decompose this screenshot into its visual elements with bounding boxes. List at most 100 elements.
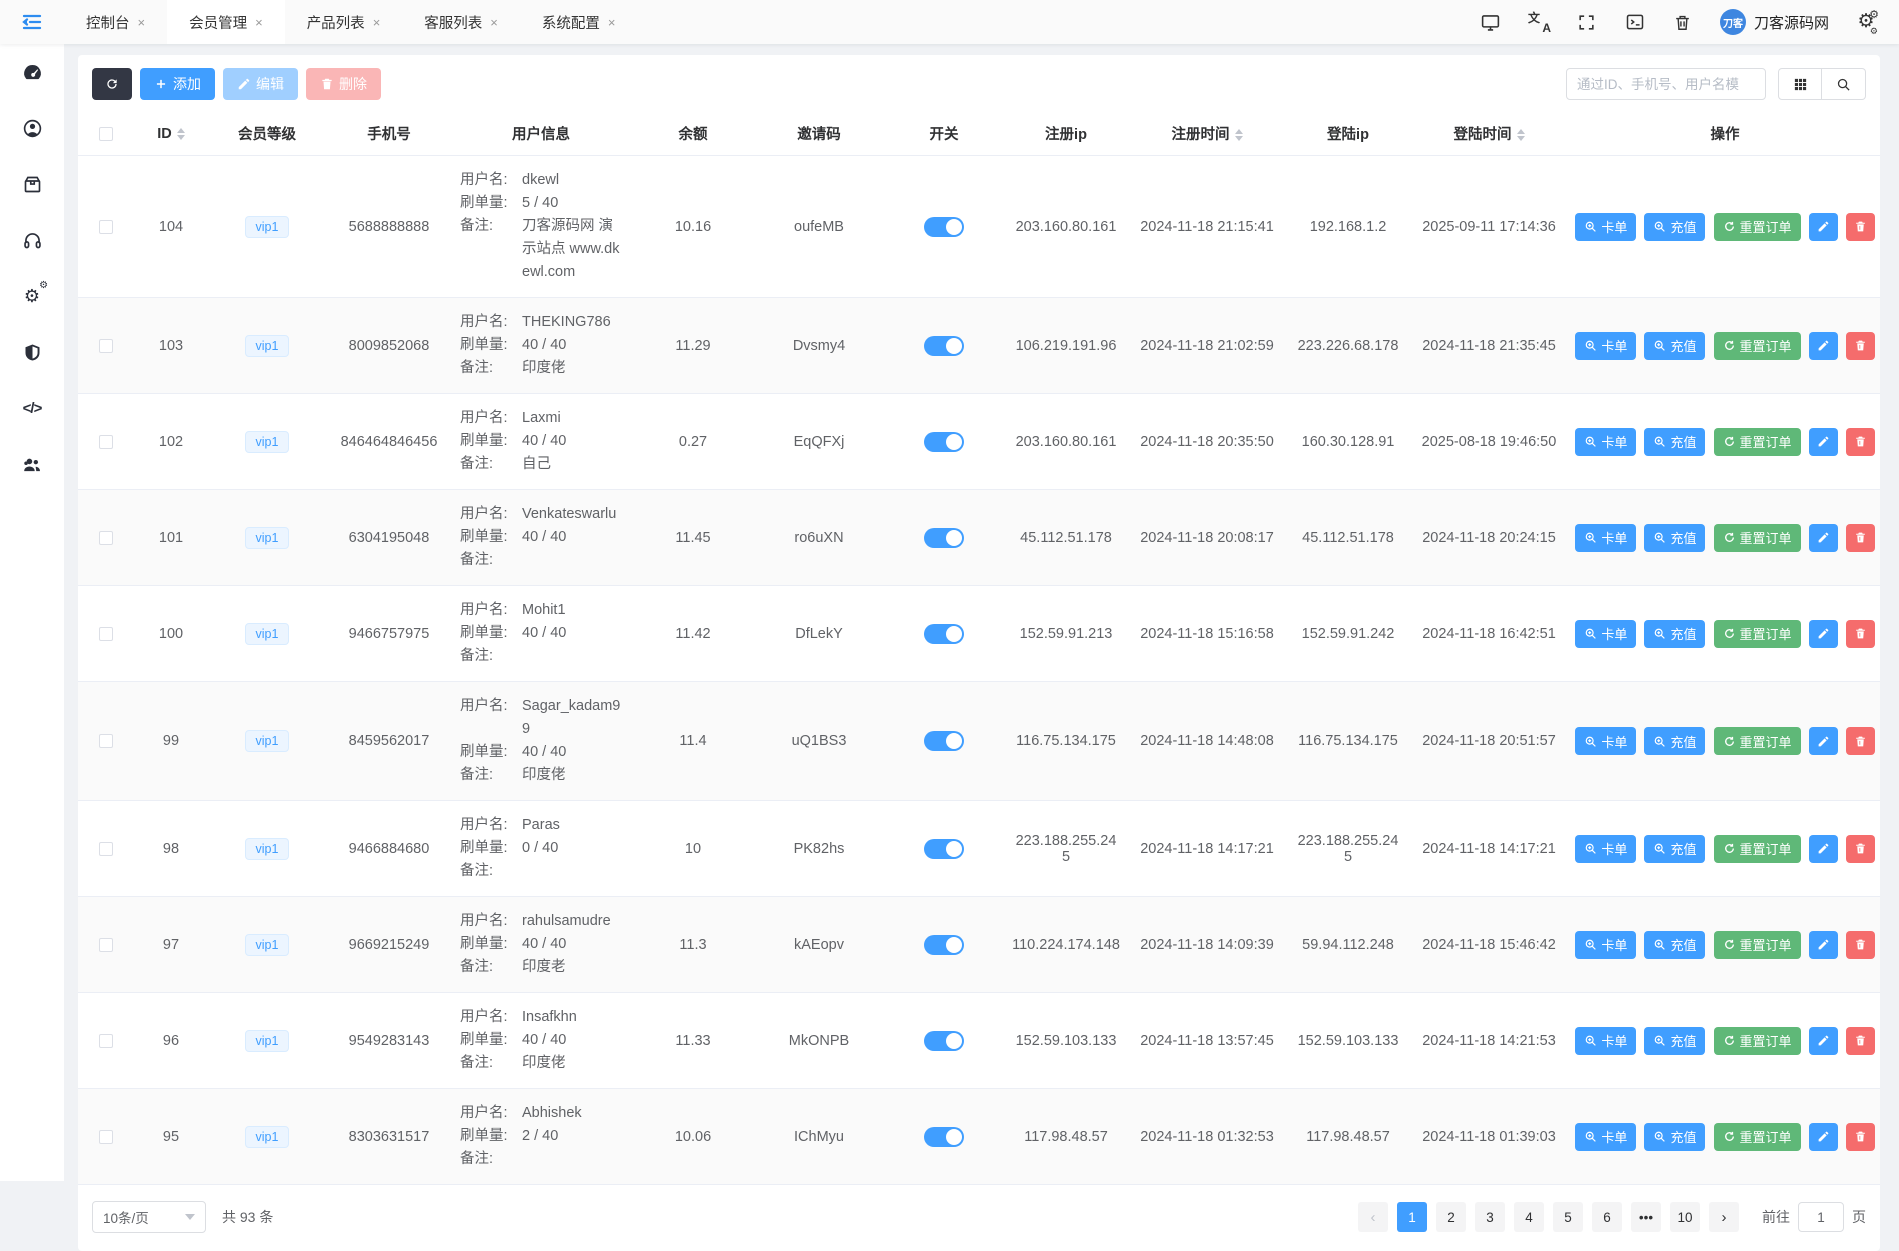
card-order-button[interactable]: 卡单 <box>1575 524 1636 552</box>
row-checkbox[interactable] <box>99 1130 113 1144</box>
header-reg-time[interactable]: 注册时间 <box>1126 112 1288 156</box>
delete-button[interactable] <box>1846 332 1875 360</box>
add-button[interactable]: 添加 <box>140 68 215 100</box>
monitor-icon[interactable] <box>1480 11 1502 33</box>
delete-button[interactable] <box>1846 620 1875 648</box>
recharge-button[interactable]: 充值 <box>1644 524 1705 552</box>
edit-button[interactable] <box>1809 524 1838 552</box>
translate-icon[interactable]: 文 A <box>1528 11 1550 33</box>
recharge-button[interactable]: 充值 <box>1644 931 1705 959</box>
close-icon[interactable]: × <box>138 15 146 30</box>
level-tag[interactable]: vip1 <box>245 527 290 549</box>
edit-button[interactable] <box>1809 332 1838 360</box>
columns-toggle-button[interactable] <box>1778 68 1822 100</box>
header-login-time[interactable]: 登陆时间 <box>1408 112 1570 156</box>
goto-page-input[interactable] <box>1798 1202 1844 1232</box>
delete-button[interactable] <box>1846 428 1875 456</box>
card-order-button[interactable]: 卡单 <box>1575 835 1636 863</box>
level-tag[interactable]: vip1 <box>245 623 290 645</box>
reset-order-button[interactable]: 重置订单 <box>1714 428 1801 456</box>
page-ellipsis-button[interactable]: ••• <box>1631 1202 1661 1232</box>
sort-icon[interactable] <box>1235 129 1243 141</box>
prev-page-button[interactable]: ‹ <box>1358 1202 1388 1232</box>
row-checkbox[interactable] <box>99 220 113 234</box>
status-toggle[interactable] <box>924 1127 964 1147</box>
recharge-button[interactable]: 充值 <box>1644 1123 1705 1151</box>
reset-order-button[interactable]: 重置订单 <box>1714 620 1801 648</box>
status-toggle[interactable] <box>924 528 964 548</box>
status-toggle[interactable] <box>924 217 964 237</box>
recharge-button[interactable]: 充值 <box>1644 835 1705 863</box>
row-checkbox[interactable] <box>99 734 113 748</box>
page-button-5[interactable]: 5 <box>1553 1202 1583 1232</box>
recharge-button[interactable]: 充值 <box>1644 332 1705 360</box>
card-order-button[interactable]: 卡单 <box>1575 620 1636 648</box>
edit-button[interactable] <box>1809 835 1838 863</box>
edit-button[interactable] <box>1809 1027 1838 1055</box>
row-checkbox[interactable] <box>99 531 113 545</box>
row-checkbox[interactable] <box>99 627 113 641</box>
tab-members[interactable]: 会员管理 × <box>167 0 285 44</box>
status-toggle[interactable] <box>924 624 964 644</box>
sidebar-item-products[interactable] <box>0 156 64 212</box>
sort-icon[interactable] <box>177 128 185 140</box>
delete-button[interactable] <box>1846 1123 1875 1151</box>
header-id[interactable]: ID <box>134 112 208 156</box>
row-checkbox[interactable] <box>99 842 113 856</box>
close-icon[interactable]: × <box>373 15 381 30</box>
page-button-4[interactable]: 4 <box>1514 1202 1544 1232</box>
edit-button[interactable] <box>1809 727 1838 755</box>
delete-button[interactable] <box>1846 213 1875 241</box>
delete-button[interactable] <box>1846 931 1875 959</box>
sidebar-item-support[interactable] <box>0 212 64 268</box>
sidebar-item-code[interactable]: </> <box>0 380 64 436</box>
reset-order-button[interactable]: 重置订单 <box>1714 332 1801 360</box>
edit-button[interactable] <box>1809 428 1838 456</box>
status-toggle[interactable] <box>924 336 964 356</box>
delete-button-toolbar[interactable]: 删除 <box>306 68 381 100</box>
page-size-select[interactable]: 10条/页 <box>92 1201 206 1233</box>
reset-order-button[interactable]: 重置订单 <box>1714 524 1801 552</box>
sort-icon[interactable] <box>1517 129 1525 141</box>
reset-order-button[interactable]: 重置订单 <box>1714 1123 1801 1151</box>
delete-button[interactable] <box>1846 835 1875 863</box>
status-toggle[interactable] <box>924 839 964 859</box>
recharge-button[interactable]: 充值 <box>1644 620 1705 648</box>
delete-button[interactable] <box>1846 524 1875 552</box>
sidebar-item-dashboard[interactable] <box>0 44 64 100</box>
level-tag[interactable]: vip1 <box>245 934 290 956</box>
page-button-1[interactable]: 1 <box>1397 1202 1427 1232</box>
delete-button[interactable] <box>1846 1027 1875 1055</box>
row-checkbox[interactable] <box>99 938 113 952</box>
refresh-button[interactable] <box>92 68 132 100</box>
reset-order-button[interactable]: 重置订单 <box>1714 213 1801 241</box>
recharge-button[interactable]: 充值 <box>1644 213 1705 241</box>
status-toggle[interactable] <box>924 1031 964 1051</box>
level-tag[interactable]: vip1 <box>245 730 290 752</box>
page-button-6[interactable]: 6 <box>1592 1202 1622 1232</box>
trash-icon[interactable] <box>1672 11 1694 33</box>
level-tag[interactable]: vip1 <box>245 1030 290 1052</box>
sidebar-item-users[interactable] <box>0 436 64 492</box>
level-tag[interactable]: vip1 <box>245 216 290 238</box>
recharge-button[interactable]: 充值 <box>1644 1027 1705 1055</box>
tab-console[interactable]: 控制台 × <box>64 0 167 44</box>
edit-button-toolbar[interactable]: 编辑 <box>223 68 298 100</box>
brand[interactable]: 刀客 刀客源码网 <box>1720 9 1829 35</box>
search-button[interactable] <box>1822 68 1866 100</box>
card-order-button[interactable]: 卡单 <box>1575 931 1636 959</box>
row-checkbox[interactable] <box>99 339 113 353</box>
page-button-10[interactable]: 10 <box>1670 1202 1700 1232</box>
page-button-3[interactable]: 3 <box>1475 1202 1505 1232</box>
terminal-icon[interactable] <box>1624 11 1646 33</box>
status-toggle[interactable] <box>924 731 964 751</box>
collapse-menu-icon[interactable] <box>0 0 64 44</box>
close-icon[interactable]: × <box>255 15 263 30</box>
card-order-button[interactable]: 卡单 <box>1575 332 1636 360</box>
delete-button[interactable] <box>1846 727 1875 755</box>
close-icon[interactable]: × <box>490 15 498 30</box>
reset-order-button[interactable]: 重置订单 <box>1714 727 1801 755</box>
level-tag[interactable]: vip1 <box>245 431 290 453</box>
search-input[interactable] <box>1566 68 1766 100</box>
system-settings-icon[interactable]: ⚙ ⚙ ⚙ <box>1855 11 1877 33</box>
